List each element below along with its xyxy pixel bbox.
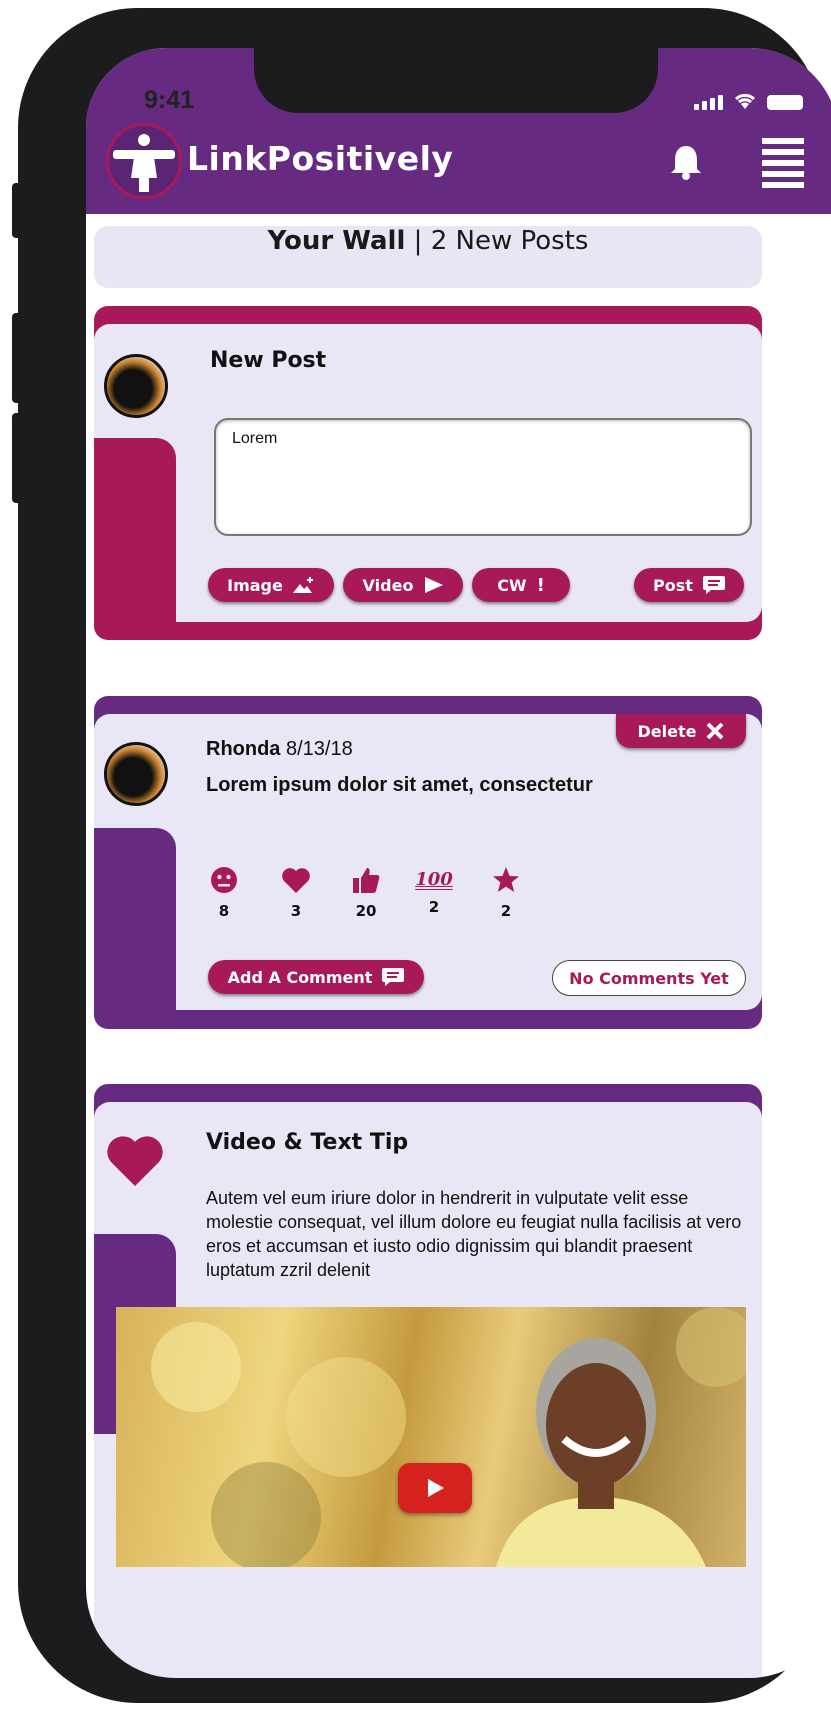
message-icon [702, 576, 725, 594]
hundred-icon: 100 [415, 869, 453, 890]
reaction-smiley[interactable]: 8 [204, 866, 244, 920]
post-date: 8/13/18 [286, 738, 353, 760]
thumbs-up-icon [353, 868, 380, 893]
mute-switch [12, 183, 22, 238]
smiley-icon [211, 867, 237, 893]
wifi-icon [734, 93, 756, 109]
logo-icon [106, 123, 182, 199]
image-button-label: Image [227, 575, 283, 595]
menu-icon[interactable] [762, 138, 804, 193]
post-button[interactable]: Post [634, 568, 744, 602]
brand-name: LinkPositively [187, 139, 454, 178]
delete-button-label: Delete [637, 721, 697, 741]
play-icon [425, 577, 444, 593]
new-post-input[interactable]: Lorem [214, 418, 752, 536]
wall-header: Your Wall | 2 New Posts [94, 226, 762, 288]
reaction-count: 2 [428, 898, 440, 916]
user-avatar [104, 354, 168, 418]
post-card: Rhonda 8/13/18 Lorem ipsum dolor sit ame… [94, 696, 762, 1029]
post-author: Rhonda [206, 738, 281, 760]
reaction-count: 8 [218, 902, 230, 920]
exclamation-icon: ! [536, 574, 545, 596]
reaction-heart[interactable]: 3 [276, 866, 316, 920]
bell-icon[interactable] [666, 142, 706, 182]
no-comments-label: No Comments Yet [569, 968, 729, 988]
reaction-count: 2 [500, 902, 512, 920]
reaction-count: 3 [290, 902, 302, 920]
wall-title: Your Wall [267, 226, 406, 256]
cw-button-label: CW [497, 575, 527, 595]
heart-icon [107, 1136, 163, 1186]
reaction-count: 20 [355, 902, 377, 920]
reaction-star[interactable]: 2 [486, 866, 526, 920]
new-post-card: New Post Lorem Image Video CW ! Post [94, 306, 762, 640]
play-button-icon[interactable] [398, 1463, 472, 1513]
delete-button[interactable]: Delete [616, 714, 746, 748]
battery-icon [767, 95, 803, 110]
tip-video[interactable] [116, 1307, 746, 1567]
new-post-title: New Post [210, 348, 327, 373]
status-time: 9:41 [144, 86, 195, 114]
new-post-input-value: Lorem [232, 430, 278, 447]
signal-icon [694, 95, 723, 110]
reaction-thumbs-up[interactable]: 20 [346, 866, 386, 920]
post-button-label: Post [653, 575, 693, 595]
screen: 9:41 LinkPositively Your Wall | 2 New Po… [86, 48, 831, 1678]
tip-card: Video & Text Tip Autem vel eum iriure do… [94, 1084, 762, 1678]
video-thumbnail [151, 1307, 746, 1567]
tip-text: Autem vel eum iriure dolor in hendrerit … [206, 1188, 742, 1280]
add-comment-button[interactable]: Add A Comment [208, 960, 424, 994]
volume-up-button [12, 313, 22, 403]
image-button[interactable]: Image [208, 568, 334, 602]
notch [254, 48, 658, 113]
tip-title: Video & Text Tip [206, 1130, 409, 1155]
reaction-hundred[interactable]: 100 2 [414, 866, 454, 916]
phone-frame: 9:41 LinkPositively Your Wall | 2 New Po… [12, 8, 831, 1703]
post-text: Lorem ipsum dolor sit amet, consectetur [206, 774, 593, 796]
message-icon [382, 968, 405, 986]
image-add-icon [292, 577, 313, 593]
author-avatar [104, 742, 168, 806]
content-warning-button[interactable]: CW ! [472, 568, 570, 602]
volume-down-button [12, 413, 22, 503]
heart-icon [282, 868, 310, 893]
video-button[interactable]: Video [343, 568, 463, 602]
post-meta: Rhonda 8/13/18 [206, 738, 353, 761]
close-icon [707, 722, 724, 740]
no-comments-badge[interactable]: No Comments Yet [552, 960, 746, 996]
status-icons [694, 92, 803, 110]
star-icon [493, 867, 519, 892]
wall-separator: | [413, 226, 423, 256]
add-comment-label: Add A Comment [227, 967, 373, 987]
video-button-label: Video [362, 575, 414, 595]
wall-subtitle: 2 New Posts [430, 226, 589, 256]
